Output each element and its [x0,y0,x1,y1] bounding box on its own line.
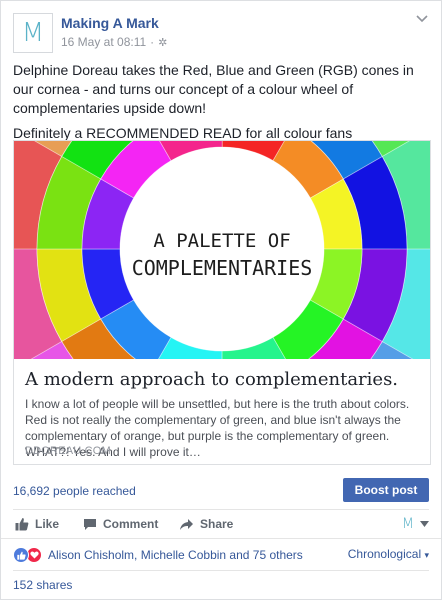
boost-post-button[interactable]: Boost post [343,478,429,502]
caret-down-icon [420,521,429,527]
divider [13,570,429,571]
post-card: M Making A Mark 16 May at 08:11 · ✲ Delp… [0,0,442,600]
comment-button[interactable]: Comment [83,510,158,538]
link-preview[interactable]: A PALETTE OF COMPLEMENTARIES A modern app… [13,140,431,465]
post-message: Delphine Doreau takes the Red, Blue and … [13,61,429,149]
preview-domain: DDOREAU.COM [25,445,111,457]
comment-sort-dropdown[interactable]: Chronological ▾ [348,547,429,561]
sort-caret-icon: ▾ [424,550,429,560]
colour-wheel-image: A PALETTE OF COMPLEMENTARIES [14,141,430,359]
divider [1,538,441,539]
image-caption-line2: COMPLEMENTARIES [132,256,313,280]
message-paragraph: Delphine Doreau takes the Red, Blue and … [13,62,414,116]
post-as-selector[interactable]: M [402,510,429,538]
chevron-down-icon[interactable] [415,13,429,23]
page-avatar[interactable]: M [13,13,53,53]
reactions-summary[interactable]: Alison Chisholm, Michelle Cobbin and 75 … [13,546,303,564]
share-icon [180,518,193,530]
preview-title[interactable]: A modern approach to complementaries. [25,369,420,390]
page-identity-letter: M [401,516,414,532]
comment-label: Comment [103,517,159,531]
like-button[interactable]: Like [15,510,59,538]
image-caption-line1: A PALETTE OF [153,230,290,252]
gear-icon[interactable]: ✲ [158,36,167,49]
reaction-names: Alison Chisholm, Michelle Cobbin and 75 … [48,548,303,562]
post-timestamp[interactable]: 16 May at 08:11 [61,35,146,49]
people-reached[interactable]: 16,692 people reached [13,484,136,498]
like-reaction-icon [13,547,29,563]
page-name-link[interactable]: Making A Mark [61,15,159,31]
like-icon [15,518,29,531]
comment-icon [84,518,96,530]
shares-count[interactable]: 152 shares [13,578,72,592]
preview-image[interactable]: A PALETTE OF COMPLEMENTARIES [14,141,430,359]
post-header: M Making A Mark 16 May at 08:11 · ✲ [13,13,429,53]
share-label: Share [200,517,234,531]
avatar-letter: M [21,18,45,48]
like-label: Like [35,517,60,531]
meta-separator: · [150,35,155,49]
sort-label: Chronological [347,547,422,561]
share-button[interactable]: Share [179,510,233,538]
action-bar: Like Comment Share M [13,510,429,538]
post-meta: 16 May at 08:11 · ✲ [61,35,167,49]
